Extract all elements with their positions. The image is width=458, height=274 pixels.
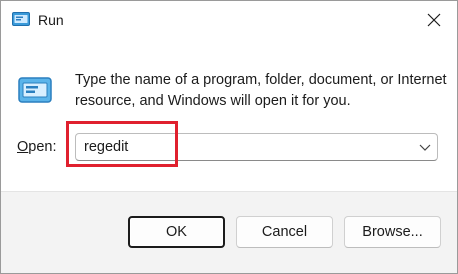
open-label-access-key: O <box>17 139 29 155</box>
ok-button[interactable]: OK <box>128 216 225 248</box>
open-input[interactable]: regedit <box>84 138 128 156</box>
dialog-description: Type the name of a program, folder, docu… <box>75 72 447 109</box>
open-combobox[interactable]: regedit <box>75 133 438 161</box>
close-button[interactable] <box>411 1 457 39</box>
cancel-button[interactable]: Cancel <box>236 216 333 248</box>
close-icon <box>427 13 441 27</box>
chevron-down-icon[interactable] <box>419 142 431 152</box>
open-label-rest: pen: <box>28 139 57 155</box>
title-bar[interactable]: Run <box>1 1 457 39</box>
browse-button[interactable]: Browse... <box>344 216 441 248</box>
run-dialog: Run Type the name of a program, folder, … <box>0 0 458 274</box>
open-label: Open: <box>17 138 57 156</box>
dialog-body: Type the name of a program, folder, docu… <box>1 39 457 191</box>
button-bar: OK Cancel Browse... <box>1 191 457 273</box>
run-icon <box>12 12 30 26</box>
run-app-icon <box>18 77 52 103</box>
window-title: Run <box>38 12 64 28</box>
